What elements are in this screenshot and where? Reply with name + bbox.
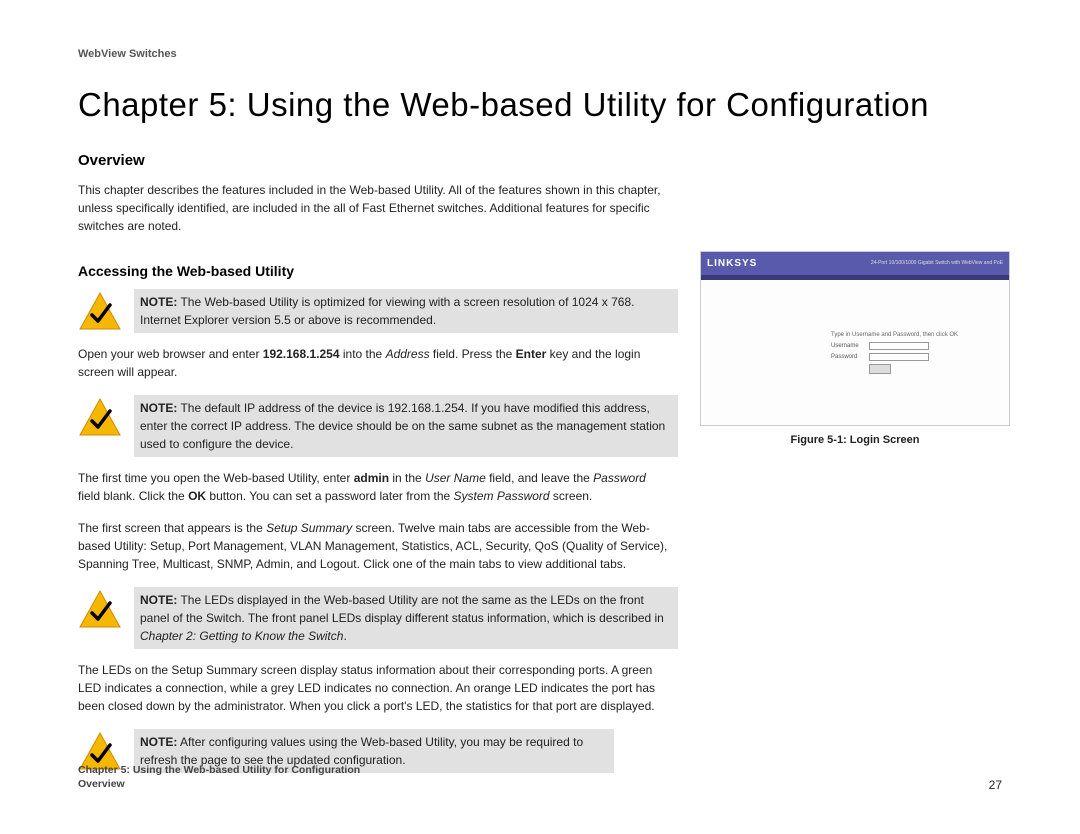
chapter-title: Chapter 5: Using the Web-based Utility f… [78,86,1002,124]
page-footer: Chapter 5: Using the Web-based Utility f… [78,763,1002,792]
note-1-text: NOTE: The Web-based Utility is optimized… [134,289,678,333]
note-block-3: NOTE: The LEDs displayed in the Web-base… [78,587,678,649]
login-form-mock: Type in Username and Password, then clic… [831,332,958,374]
figure-caption: Figure 5-1: Login Screen [700,434,1010,446]
linksys-logo-text: LINKSYS [707,258,757,269]
accessing-subheading: Accessing the Web-based Utility [78,263,678,279]
note-2-text: NOTE: The default IP address of the devi… [134,395,678,457]
doc-header: WebView Switches [78,48,1002,60]
open-browser-paragraph: Open your web browser and enter 192.168.… [78,345,668,381]
checkmark-warning-icon [78,397,122,437]
note-3-text: NOTE: The LEDs displayed in the Web-base… [134,587,678,649]
checkmark-warning-icon [78,589,122,629]
screen-paragraph: The first screen that appears is the Set… [78,519,668,573]
section-overview-heading: Overview [78,152,1002,169]
leds-paragraph: The LEDs on the Setup Summary screen dis… [78,661,668,715]
first-time-paragraph: The first time you open the Web-based Ut… [78,469,668,505]
overview-paragraph: This chapter describes the features incl… [78,181,668,235]
page-number: 27 [989,778,1002,792]
note-block-2: NOTE: The default IP address of the devi… [78,395,678,457]
linksys-brand-bar: LINKSYS 24-Port 10/100/1000 Gigabit Swit… [701,252,1009,280]
page-container: WebView Switches Chapter 5: Using the We… [0,0,1080,805]
footer-chapter-line: Chapter 5: Using the Web-based Utility f… [78,763,360,778]
right-column: LINKSYS 24-Port 10/100/1000 Gigabit Swit… [700,249,1010,785]
linksys-subtitle: 24-Port 10/100/1000 Gigabit Switch with … [871,260,1003,266]
footer-left: Chapter 5: Using the Web-based Utility f… [78,763,360,792]
two-column-layout: Accessing the Web-based Utility NOTE: Th… [78,249,1002,785]
checkmark-warning-icon [78,291,122,331]
figure-login-screen: LINKSYS 24-Port 10/100/1000 Gigabit Swit… [700,251,1010,426]
left-column: Accessing the Web-based Utility NOTE: Th… [78,249,678,785]
footer-section-line: Overview [78,777,360,792]
note-block-1: NOTE: The Web-based Utility is optimized… [78,289,678,333]
